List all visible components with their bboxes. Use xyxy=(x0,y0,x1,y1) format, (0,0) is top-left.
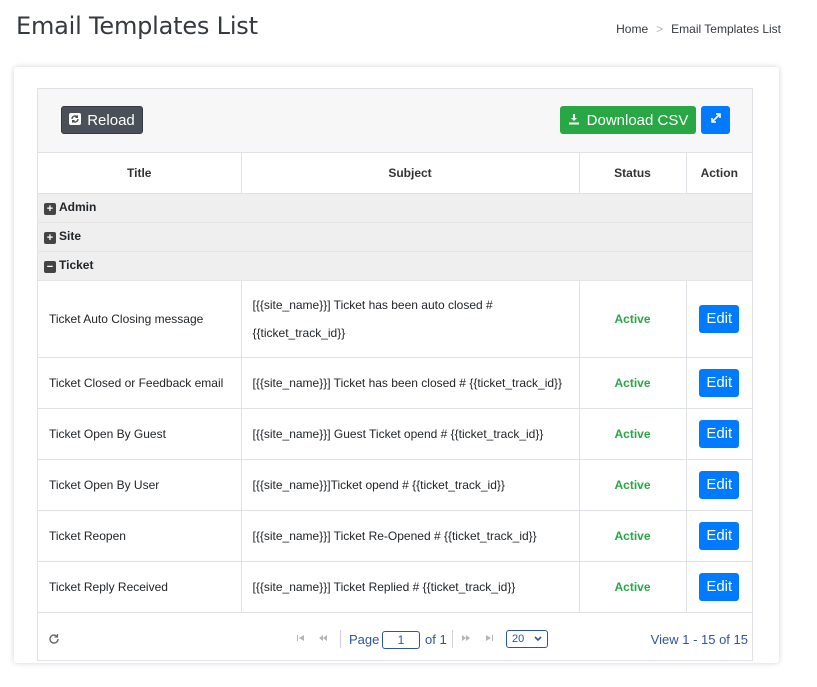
grid-toolbar: Reload Download CSV xyxy=(38,89,752,153)
edit-button[interactable]: Edit xyxy=(699,304,740,333)
page-total-label: of 1 xyxy=(425,632,447,647)
table-row: Ticket Reopen [{{site_name}}] Ticket Re-… xyxy=(38,510,752,562)
group-label: Site xyxy=(59,229,82,243)
pager-divider xyxy=(340,630,341,648)
last-page-icon[interactable] xyxy=(484,633,494,646)
breadcrumb-current: Email Templates List xyxy=(671,22,781,36)
column-header-subject[interactable]: Subject xyxy=(241,153,580,194)
breadcrumb-separator: > xyxy=(656,22,664,36)
reload-label: Reload xyxy=(87,111,135,129)
group-row-admin[interactable]: + Admin xyxy=(38,193,752,223)
minus-square-icon[interactable]: − xyxy=(44,261,56,273)
table-row: Ticket Auto Closing message [{{site_name… xyxy=(38,280,752,358)
plus-square-icon[interactable]: + xyxy=(44,232,56,244)
refresh-icon[interactable] xyxy=(48,632,60,648)
first-page-icon[interactable] xyxy=(296,633,306,646)
expand-icon xyxy=(710,111,722,129)
row-title: Ticket Open By Guest xyxy=(38,408,242,460)
group-row-ticket[interactable]: − Ticket xyxy=(38,251,752,281)
breadcrumb: Home > Email Templates List xyxy=(616,22,781,36)
edit-button[interactable]: Edit xyxy=(699,572,740,601)
refresh-icon xyxy=(69,112,82,129)
status-badge: Active xyxy=(579,510,687,562)
records-count: View 1 - 15 of 15 xyxy=(650,632,748,647)
breadcrumb-home[interactable]: Home xyxy=(616,22,648,36)
row-title: Ticket Reopen xyxy=(38,510,242,562)
row-subject: [{{site_name}}] Ticket has been auto clo… xyxy=(241,280,580,358)
column-header-title[interactable]: Title xyxy=(38,153,242,194)
reload-button[interactable]: Reload xyxy=(61,106,143,134)
rows-per-page-value: 20 xyxy=(512,633,525,645)
status-badge: Active xyxy=(579,357,687,409)
column-header-action: Action xyxy=(686,153,752,194)
plus-square-icon[interactable]: + xyxy=(44,203,56,215)
edit-button[interactable]: Edit xyxy=(699,521,740,550)
table-header-row: Title Subject Status Action xyxy=(38,153,752,194)
download-icon xyxy=(568,112,580,129)
row-subject: [{{site_name}}] Guest Ticket opend # {{t… xyxy=(241,408,580,460)
next-page-icon[interactable] xyxy=(461,633,471,646)
group-label: Ticket xyxy=(59,258,94,272)
row-subject: [{{site_name}}]Ticket opend # {{ticket_t… xyxy=(241,459,580,511)
status-badge: Active xyxy=(579,408,687,460)
column-header-status[interactable]: Status xyxy=(579,153,687,194)
edit-button[interactable]: Edit xyxy=(699,419,740,448)
rows-per-page-select[interactable]: 20 xyxy=(506,630,548,648)
table-row: Ticket Reply Received [{{site_name}}] Ti… xyxy=(38,561,752,613)
row-title: Ticket Auto Closing message xyxy=(38,280,242,358)
templates-grid: Reload Download CSV Title Subject Status… xyxy=(37,88,753,661)
table-row: Ticket Closed or Feedback email [{{site_… xyxy=(38,357,752,409)
templates-table: Title Subject Status Action + Admin + Site… xyxy=(38,153,752,613)
prev-page-icon[interactable] xyxy=(318,633,328,646)
row-subject: [{{site_name}}] Ticket has been closed #… xyxy=(241,357,580,409)
chevron-down-icon xyxy=(534,633,542,645)
row-title: Ticket Reply Received xyxy=(38,561,242,613)
download-csv-button[interactable]: Download CSV xyxy=(560,106,696,134)
page-label: Page xyxy=(349,632,380,647)
table-row: Ticket Open By User [{{site_name}}]Ticke… xyxy=(38,459,752,511)
pager-divider xyxy=(452,630,453,648)
content-card: Reload Download CSV Title Subject Status… xyxy=(14,67,779,663)
group-label: Admin xyxy=(59,200,97,214)
status-badge: Active xyxy=(579,459,687,511)
pager: Page of 1 20 View 1 - 15 of 15 xyxy=(38,620,752,660)
page-title: Email Templates List xyxy=(16,12,258,40)
expand-button[interactable] xyxy=(701,106,730,134)
edit-button[interactable]: Edit xyxy=(699,470,740,499)
row-subject: [{{site_name}}] Ticket Replied # {{ticke… xyxy=(241,561,580,613)
row-title: Ticket Closed or Feedback email xyxy=(38,357,242,409)
status-badge: Active xyxy=(579,561,687,613)
status-badge: Active xyxy=(579,280,687,358)
row-title: Ticket Open By User xyxy=(38,459,242,511)
group-row-site[interactable]: + Site xyxy=(38,222,752,252)
page-number-input[interactable] xyxy=(382,631,420,649)
row-subject: [{{site_name}}] Ticket Re-Opened # {{tic… xyxy=(241,510,580,562)
table-row: Ticket Open By Guest [{{site_name}}] Gue… xyxy=(38,408,752,460)
download-csv-label: Download CSV xyxy=(586,111,689,129)
edit-button[interactable]: Edit xyxy=(699,368,740,397)
